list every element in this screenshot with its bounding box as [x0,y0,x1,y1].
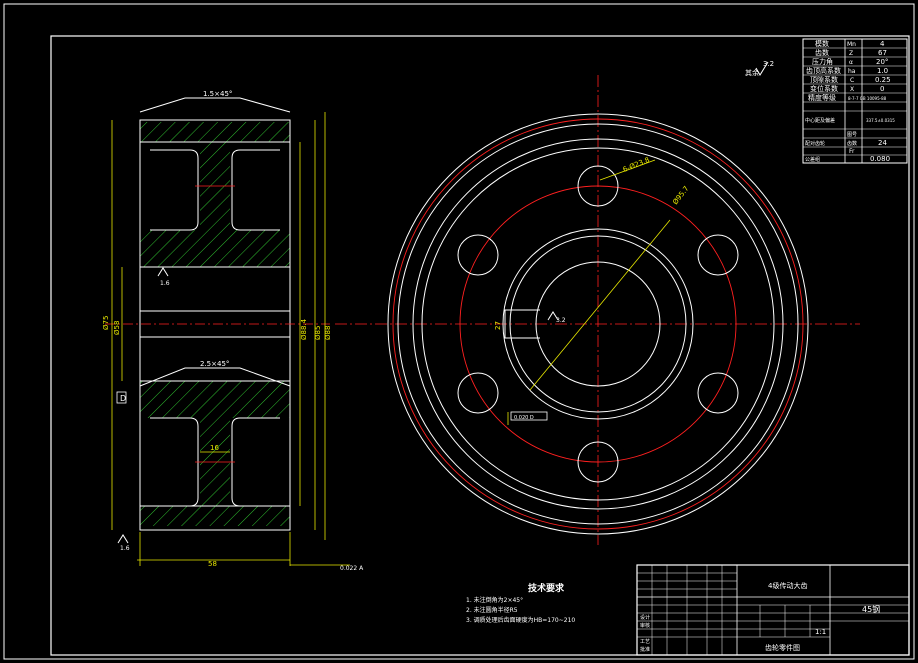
row-sym-1: Z [849,50,853,57]
row-sym-2: α [849,59,853,66]
gear-drawing-canvas: 其余 3.2 1.5×45° 2.5×45° 16 58 0.022 A Ø75… [3,3,915,660]
dim-runout: 0.022 A [340,565,364,572]
tech-req-item-2: 2. 未注圆角半径R5 [466,606,518,614]
tb-mark-1: 设计 [640,614,650,621]
tech-req-item-1: 1. 未注倒角为2×45° [466,596,523,604]
dim-mid-chamfer: 2.5×45° [200,360,229,368]
tb-mark-2: 审核 [640,622,650,629]
row-val-6: 8-7-7 GB 10095-88 [848,96,887,101]
title-block: 4级传动大齿 45钢 1:1 齿轮零件图 设计 审核 工艺 批准 [636,564,910,656]
tech-requirements: 技术要求 1. 未注倒角为2×45° 2. 未注圆角半径R5 3. 调质处理后齿… [466,582,575,624]
row-name-3: 齿顶高系数 [806,66,841,75]
row-val-1: 67 [878,49,887,57]
row-name-4: 顶隙系数 [810,75,838,84]
tb-drawing-no: 齿轮零件图 [765,643,800,652]
tb-mark-3: 工艺 [640,639,650,645]
row-sym-3: ha [848,68,856,75]
dim-width: 58 [208,560,217,568]
tb-scale: 1:1 [815,628,826,636]
row-name-10: 公差组 [805,156,820,163]
row-name-0: 模数 [815,39,829,48]
rough-b: 1.6 [120,545,130,552]
dim-dia-c: Ø88.4 [300,318,308,340]
rough-a: 1.6 [160,280,170,287]
dim-dia-a: Ø75 [102,316,110,330]
row-sym-5: X [850,86,854,93]
row-sym-0: Mn [847,41,856,48]
row-sym-8: 图号 [847,132,857,138]
row-name-8: 配对齿轮 [805,140,825,147]
row-name-6: 精度等级 [808,93,836,102]
dim-dia-e: Ø88 [324,326,332,340]
param-table: 模数 Mn 4 齿数 Z 67 压力角 α 20° 齿顶高系数 ha 1.0 顶… [802,38,908,164]
sym-tol: 0.020 D [514,415,534,421]
row-name-7: 中心距及偏差 [805,117,835,124]
row-val-9: 24 [878,139,887,147]
dim-hole-dia: 6-Ø23.8 [622,156,651,174]
tb-part-name: 4级传动大齿 [768,581,807,590]
row-val-4: 0.25 [875,76,891,84]
dim-keyway: 27 [494,321,502,330]
hatch-top-hub [140,142,290,267]
hatch-top-rim [140,122,290,142]
row-sym-10: Fr [849,148,855,155]
tb-material: 45钢 [862,604,880,614]
row-name-5: 变位系数 [810,84,838,93]
dim-pcd: Ø95.7 [671,185,690,207]
tb-mark-4: 批准 [640,646,650,653]
dim-top-chamfer: 1.5×45° [203,90,232,98]
hatch-bottom-rim [140,506,290,526]
key-rough: 3.2 [556,317,566,324]
row-val-7: 337.5±0.0315 [866,118,895,123]
row-val-2: 20° [876,58,888,66]
dim-web: 16 [210,444,219,452]
row-val-0: 4 [880,40,885,48]
row-sym-4: C [850,77,854,84]
dim-dia-b: Ø58 [113,321,121,335]
surface-finish-value: 3.2 [763,60,774,68]
front-view: 6-Ø23.8 Ø95.7 27 3.2 0.020 D [335,75,860,545]
row-val-5: 0 [880,85,884,93]
tech-req-title: 技术要求 [528,582,565,594]
surface-finish-note: 其余 3.2 [745,60,774,77]
section-view: 1.5×45° 2.5×45° 16 58 0.022 A Ø75 Ø58 Ø8… [102,90,364,572]
dim-dia-d: Ø85 [314,326,322,340]
row-name-2: 压力角 [812,57,833,66]
row-val-3: 1.0 [877,67,888,75]
tech-req-item-3: 3. 调质处理后齿面硬度为HB=170~210 [466,616,575,624]
datum-d: D [120,394,126,403]
row-sym-9: 齿数 [847,140,857,147]
row-name-1: 齿数 [815,48,829,57]
row-val-10: 0.080 [870,155,890,163]
